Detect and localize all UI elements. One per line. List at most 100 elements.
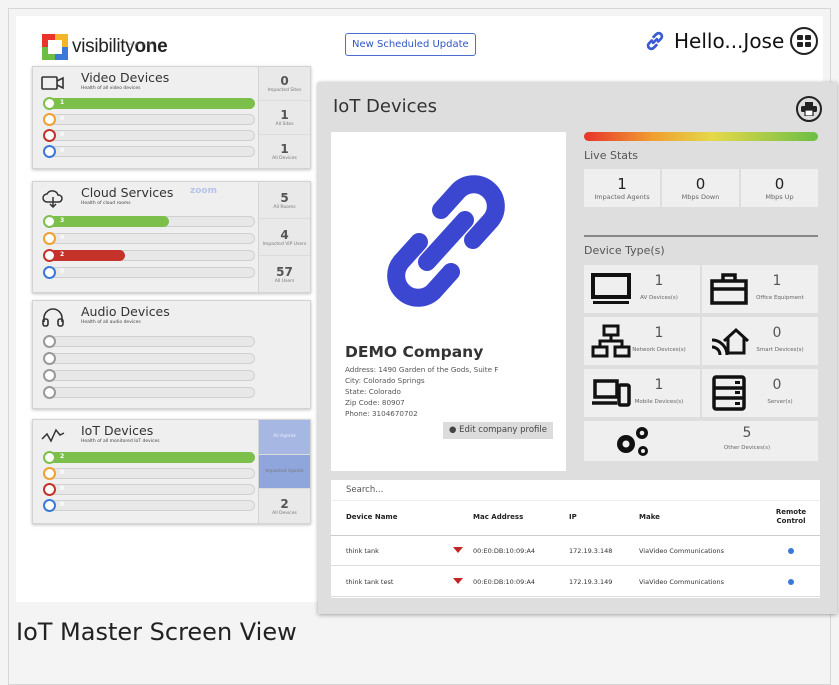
search-input[interactable]: Search... (331, 480, 820, 501)
company-name: DEMO Company (345, 343, 484, 361)
video-green-count: 1 (60, 99, 65, 106)
audio-health-area: Audio Devices Health of all audio device… (33, 301, 310, 408)
video-card-subtitle: Health of all video devices (81, 86, 141, 91)
cloud-stat-all-rooms[interactable]: 5 All Rooms (259, 182, 310, 219)
cloud-bar-green[interactable]: 3 (43, 215, 255, 228)
ip-address: 172.19.3.148 (569, 547, 613, 555)
video-stat-impacted-sites[interactable]: 0 Impacted Sites (259, 67, 310, 101)
table-row[interactable]: think tank test 00:E0:DB:10:09:A4 172.19… (331, 567, 820, 597)
col-device-name[interactable]: Device Name (346, 513, 397, 521)
cloud-orange-count: 0 (60, 234, 65, 241)
health-gradient-bar (584, 132, 818, 141)
company-zip: Zip Code: 80907 (345, 398, 405, 407)
device-make: ViaVideo Communications (639, 547, 724, 555)
cloud-bar-orange[interactable]: 0 (43, 232, 255, 245)
user-greeting: Hello...Jose (644, 27, 819, 55)
device-types-title: Device Type(s) (584, 244, 665, 257)
apps-menu-icon[interactable] (790, 27, 819, 55)
iot-card-subtitle: Health of all monitored IoT devices (81, 439, 160, 444)
iot-card-title: IoT Devices (81, 423, 154, 438)
live-stat-impacted-agents[interactable]: 1 Impacted Agents (584, 169, 660, 207)
cloud-bar-red[interactable]: 2 (43, 249, 255, 262)
live-stat-mbps-down[interactable]: 0 Mbps Down (662, 169, 739, 207)
col-mac-address[interactable]: Mac Address (473, 513, 523, 521)
headphones-icon (42, 308, 64, 327)
zoom-logo: zoom (190, 186, 217, 196)
iot-stat-all-devices[interactable]: 2 All Devices (259, 489, 310, 524)
col-ip[interactable]: IP (569, 513, 577, 521)
video-card-title: Video Devices (81, 70, 170, 85)
iot-stat-all-agents[interactable]: All Agents (259, 420, 310, 455)
cloud-icon (42, 190, 63, 208)
greeting-text: Hello...Jose (674, 29, 785, 53)
live-stats-title: Live Stats (584, 149, 639, 162)
cloud-stats: 5 All Rooms 4 Impacted VIP Users 57 All Use… (258, 182, 310, 292)
mac-address: 00:E0:DB:10:09:A4 (473, 578, 536, 586)
brand-logo[interactable]: visibilityone (42, 34, 168, 60)
table-row[interactable]: think tank 00:E0:DB:10:09:A4 172.19.3.14… (331, 536, 820, 566)
cloud-blue-count: 0 (60, 268, 65, 275)
video-camera-icon (41, 76, 64, 90)
video-bar-green[interactable]: 1 (43, 97, 255, 110)
iot-green-count: 2 (60, 453, 65, 460)
gears-icon (617, 427, 648, 456)
company-card: DEMO Company Address: 1490 Garden of the… (331, 132, 566, 471)
device-type-office[interactable]: 1 Office Equipment (702, 265, 818, 313)
print-icon[interactable] (796, 96, 822, 122)
live-stat-mbps-up[interactable]: 0 Mbps Up (741, 169, 818, 207)
device-type-av[interactable]: 1 AV Devices(s) (584, 265, 700, 313)
video-stat-all-devices[interactable]: 1 All Devices (259, 135, 310, 168)
cloud-green-count: 3 (60, 217, 65, 224)
audio-bar-2[interactable] (43, 352, 255, 365)
device-type-smart[interactable]: 0 Smart Devices(s) (702, 317, 818, 365)
new-scheduled-update-button[interactable]: New Scheduled Update (345, 33, 476, 56)
audio-card-title: Audio Devices (81, 304, 170, 319)
device-name: think tank (346, 547, 379, 555)
video-devices-card[interactable]: Video Devices Health of all video device… (32, 66, 311, 169)
iot-bar-orange[interactable]: 0 (43, 467, 255, 480)
video-health-area: Video Devices Health of all video device… (33, 67, 259, 168)
edit-company-profile-button[interactable]: ● Edit company profile (443, 422, 553, 439)
ip-address: 172.19.3.149 (569, 578, 613, 586)
iot-health-area: IoT Devices Health of all monitored IoT … (33, 420, 259, 523)
cloud-stat-all-users[interactable]: 57 All Users (259, 256, 310, 292)
cloud-stat-impacted-vip-users[interactable]: 4 Impacted VIP Users (259, 219, 310, 256)
iot-devices-card[interactable]: IoT Devices Health of all monitored IoT … (32, 419, 311, 524)
video-stat-all-sites[interactable]: 1 All Sites (259, 101, 310, 135)
device-type-mobile[interactable]: 1 Mobile Devices(s) (584, 369, 700, 417)
cloud-bar-blue[interactable]: 0 (43, 266, 255, 279)
user-icon: ● (448, 425, 457, 435)
iot-bar-green[interactable]: 2 (43, 451, 255, 464)
audio-card-subtitle: Health of all audio devices (81, 320, 141, 325)
audio-bar-4[interactable] (43, 386, 255, 399)
remote-control-icon[interactable] (788, 548, 794, 554)
col-make[interactable]: Make (639, 513, 660, 521)
cloud-health-area: Cloud Services Health of cloud rooms zoo… (33, 182, 259, 292)
company-state: State: Colorado (345, 387, 401, 396)
device-type-server[interactable]: 0 Server(s) (702, 369, 818, 417)
video-bar-blue[interactable]: 0 (43, 145, 255, 158)
audio-devices-card[interactable]: Audio Devices Health of all audio device… (32, 300, 311, 409)
iot-bar-red[interactable]: 0 (43, 483, 255, 496)
video-bar-red[interactable]: 0 (43, 129, 255, 142)
device-type-network[interactable]: 1 Network Devices(s) (584, 317, 700, 365)
cloud-services-card[interactable]: Cloud Services Health of cloud rooms zoo… (32, 181, 311, 293)
company-phone: Phone: 3104670702 (345, 409, 418, 418)
audio-bar-3[interactable] (43, 369, 255, 382)
pulse-icon (41, 428, 65, 443)
video-bar-orange[interactable]: 0 (43, 113, 255, 126)
iot-bar-blue[interactable]: 0 (43, 499, 255, 512)
remote-control-icon[interactable] (788, 579, 794, 585)
video-blue-count: 0 (60, 147, 65, 154)
dashboard-screenshot: visibilityone Making IT simple New Sched… (16, 16, 837, 614)
iot-panel-title: IoT Devices (333, 96, 437, 117)
video-red-count: 0 (60, 131, 65, 138)
company-address: Address: 1490 Garden of the Gods, Suite … (345, 365, 499, 374)
brand-tagline: Making IT simple (128, 42, 154, 46)
col-remote-control[interactable]: Remote Control (771, 508, 811, 526)
audio-bar-1[interactable] (43, 335, 255, 348)
link-icon (646, 31, 664, 51)
iot-stat-impacted-agents[interactable]: Impacted Agents (259, 454, 310, 490)
device-type-other[interactable]: 5 Other Devices(s) (584, 421, 818, 461)
status-down-icon (453, 547, 463, 553)
